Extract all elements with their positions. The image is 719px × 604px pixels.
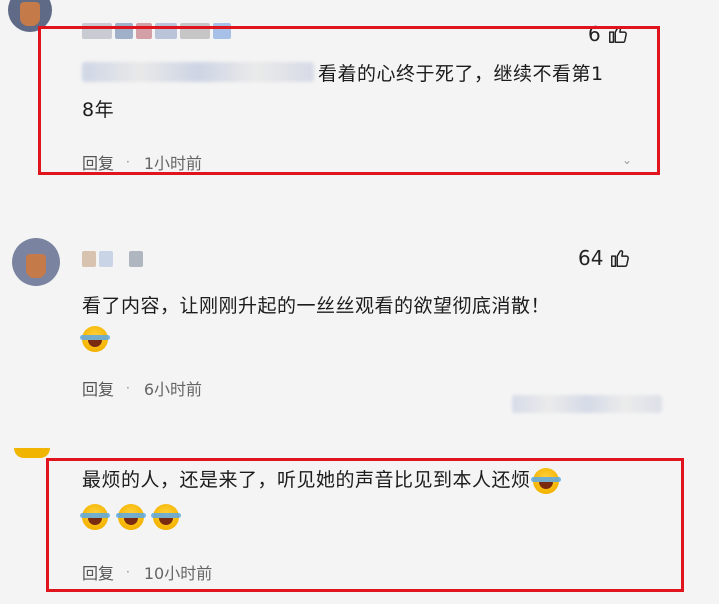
comment-text: 看了内容，让刚刚升起的一丝丝观看的欲望彻底消散！ [82, 295, 551, 317]
highlight-box [46, 458, 684, 592]
comment-3: 最烦的人，还是来了，听见她的声音比见到本人还烦 回复 · 10小时前 [0, 440, 719, 604]
comment-emoji-row [80, 320, 111, 356]
like-count: 64 [578, 246, 604, 270]
timestamp: 6小时前 [143, 380, 203, 399]
comment-meta: 回复 · 6小时前 [82, 376, 202, 400]
thumbs-up-icon [611, 250, 630, 267]
avatar-partial[interactable] [14, 448, 50, 458]
like-button[interactable]: 64 [578, 246, 631, 270]
laughing-crying-emoji-icon [80, 325, 110, 352]
reply-button[interactable]: 回复 [82, 376, 114, 400]
highlight-box [38, 26, 660, 175]
username-blurred[interactable] [82, 250, 143, 268]
avatar[interactable] [12, 238, 60, 286]
comment-2: 64 看了内容，让刚刚升起的一丝丝观看的欲望彻底消散！ 回复 · 6小时前 [0, 230, 719, 430]
comment-1: 6 看着的心终于死了，继续不看第1 8年 回复 · 1小时前 ⌄ [0, 0, 719, 175]
blurred-text [512, 395, 662, 413]
